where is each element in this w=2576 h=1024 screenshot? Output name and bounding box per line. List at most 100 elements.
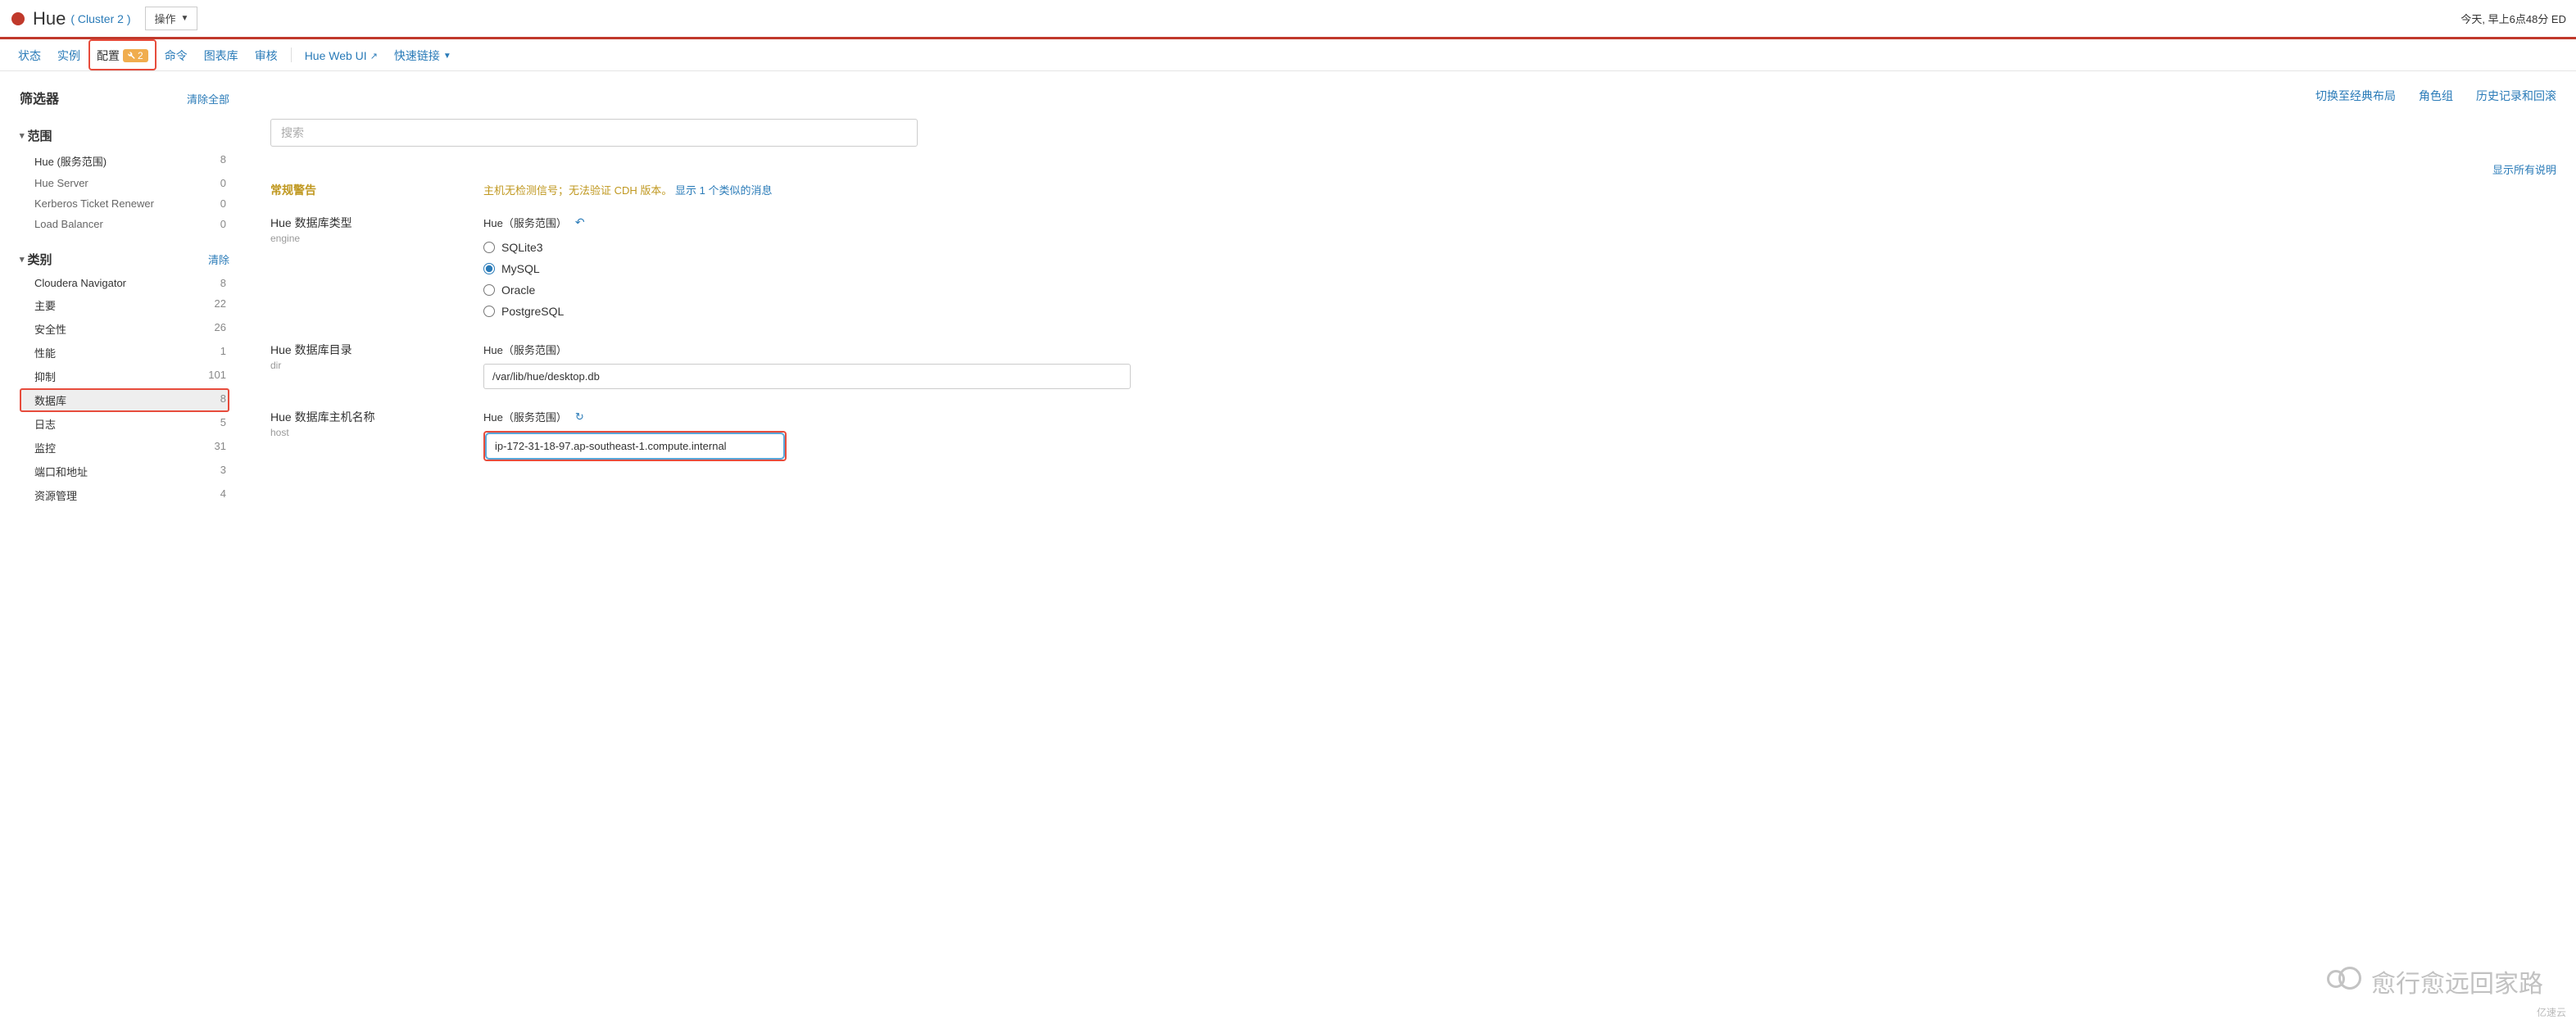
scope-item-count: 0 (220, 197, 226, 210)
cat-item[interactable]: 抑制101 (20, 365, 229, 388)
warning-text-a: 主机无检测信号；无法验证 CDH 版本。 (483, 184, 672, 197)
cat-item[interactable]: 性能1 (20, 341, 229, 365)
filter-scope-section: ▾ 范围 Hue (服务范围) 8 Hue Server 0 Kerberos … (20, 122, 229, 234)
config-value: Hue（服务范围） (483, 342, 1131, 389)
dir-input[interactable] (483, 364, 1131, 389)
warning-show-link[interactable]: 显示 1 个类似的消息 (675, 184, 772, 197)
scope-label: Hue（服务范围） (483, 215, 567, 230)
wrench-icon (126, 51, 136, 61)
header-time: 今天, 早上6点48分 ED (2460, 11, 2566, 26)
config-badge-count: 2 (138, 50, 143, 61)
undo-icon[interactable]: ↶ (575, 215, 585, 229)
sidebar: 筛选器 清除全部 ▾ 范围 Hue (服务范围) 8 Hue Server 0 … (0, 71, 238, 535)
cat-item[interactable]: Cloudera Navigator8 (20, 273, 229, 293)
tab-separator (291, 48, 292, 62)
actions-label: 操作 (154, 11, 175, 26)
scope-label: Hue（服务范围） (483, 409, 567, 424)
filter-header: 筛选器 清除全部 (20, 88, 229, 107)
tab-charts[interactable]: 图表库 (196, 39, 247, 70)
cat-item[interactable]: 日志5 (20, 412, 229, 436)
scope-line: Hue（服务范围） ↶ (483, 215, 1131, 230)
category-title: 类别 (28, 251, 52, 268)
watermark: 愈行愈远回家路 (2327, 963, 2543, 999)
scope-item-hue[interactable]: Hue (服务范围) 8 (20, 149, 229, 173)
config-value: Hue（服务范围） ↶ SQLite3 MySQL Oracle Postgre… (483, 215, 1131, 322)
scope-line: Hue（服务范围） (483, 342, 1131, 357)
cat-item-database[interactable]: 数据库8 (20, 388, 229, 412)
scope-item-hueserver[interactable]: Hue Server 0 (20, 173, 229, 193)
scope-header[interactable]: ▾ 范围 (20, 122, 229, 149)
search-input[interactable] (270, 119, 918, 147)
filter-category-section: ▾ 类别 清除 Cloudera Navigator8 主要22 安全性26 性… (20, 246, 229, 507)
tabs: 状态 实例 配置 2 命令 图表库 审核 Hue Web UI ↗ 快速链接 ▼ (0, 39, 2576, 71)
chevron-down-icon: ▾ (20, 254, 25, 265)
warning-text: 主机无检测信号；无法验证 CDH 版本。 显示 1 个类似的消息 (483, 182, 772, 197)
config-subname: host (270, 427, 483, 438)
header-left: Hue ( Cluster 2 ) 操作 ▼ (10, 7, 197, 30)
category-clear-link[interactable]: 清除 (208, 251, 229, 267)
scope-item-lb[interactable]: Load Balancer 0 (20, 214, 229, 234)
actions-dropdown[interactable]: 操作 ▼ (145, 7, 197, 30)
tab-quicklinks[interactable]: 快速链接 ▼ (386, 39, 460, 70)
scope-title: 范围 (28, 127, 52, 144)
top-links: 切换至经典布局 角色组 历史记录和回滚 (270, 88, 2556, 104)
wechat-icon (2327, 967, 2365, 996)
tab-status[interactable]: 状态 (10, 39, 49, 70)
cluster-label[interactable]: ( Cluster 2 ) (70, 12, 130, 25)
scope-item-label: Hue Server (34, 177, 88, 189)
radio-mysql[interactable]: MySQL (483, 258, 1131, 279)
tab-audit[interactable]: 审核 (247, 39, 286, 70)
page-title: Hue (33, 8, 66, 29)
cat-item[interactable]: 安全性26 (20, 317, 229, 341)
scope-item-label: Kerberos Ticket Renewer (34, 197, 154, 210)
warning-label: 常规警告 (270, 182, 483, 198)
radio-postgresql[interactable]: PostgreSQL (483, 301, 1131, 322)
cat-item[interactable]: 监控31 (20, 436, 229, 460)
cat-item[interactable]: 主要22 (20, 293, 229, 317)
link-classic-layout[interactable]: 切换至经典布局 (2315, 88, 2396, 104)
filter-title: 筛选器 (20, 88, 59, 107)
config-row-engine: Hue 数据库类型 engine Hue（服务范围） ↶ SQLite3 MyS… (270, 215, 2556, 322)
config-value: Hue（服务范围） ↻ (483, 409, 1131, 461)
link-role-groups[interactable]: 角色组 (2419, 88, 2453, 104)
status-dot-icon (11, 12, 25, 25)
tab-webui[interactable]: Hue Web UI ↗ (297, 41, 386, 69)
scope-item-count: 0 (220, 218, 226, 230)
config-label: Hue 数据库类型 engine (270, 215, 483, 322)
external-link-icon: ↗ (370, 51, 378, 61)
tab-config[interactable]: 配置 2 (88, 39, 156, 70)
config-warning-badge: 2 (123, 49, 148, 62)
body: 筛选器 清除全部 ▾ 范围 Hue (服务范围) 8 Hue Server 0 … (0, 71, 2576, 535)
radio-sqlite3[interactable]: SQLite3 (483, 237, 1131, 258)
host-highlight (483, 431, 787, 461)
scope-item-count: 0 (220, 177, 226, 189)
watermark-text: 愈行愈远回家路 (2371, 963, 2543, 999)
scope-item-count: 8 (220, 153, 226, 169)
config-name: Hue 数据库类型 (270, 215, 483, 231)
config-subname: dir (270, 360, 483, 371)
caret-down-icon: ▼ (181, 14, 189, 23)
scope-item-ktr[interactable]: Kerberos Ticket Renewer 0 (20, 193, 229, 214)
warning-row: 常规警告 主机无检测信号；无法验证 CDH 版本。 显示 1 个类似的消息 (270, 182, 2556, 198)
tab-config-label: 配置 (97, 48, 120, 64)
category-header[interactable]: ▾ 类别 清除 (20, 246, 229, 273)
radio-oracle[interactable]: Oracle (483, 279, 1131, 301)
scope-line: Hue（服务范围） ↻ (483, 409, 1131, 424)
show-all-row: 显示所有说明 (270, 161, 2556, 177)
tab-webui-label: Hue Web UI (305, 49, 367, 62)
cat-item[interactable]: 端口和地址3 (20, 460, 229, 483)
config-name: Hue 数据库目录 (270, 342, 483, 358)
clear-all-link[interactable]: 清除全部 (187, 91, 229, 106)
host-input[interactable] (487, 434, 783, 458)
watermark-corner: 亿速云 (2537, 1005, 2566, 1019)
link-history[interactable]: 历史记录和回滚 (2476, 88, 2556, 104)
tab-commands[interactable]: 命令 (156, 39, 196, 70)
cat-item[interactable]: 资源管理4 (20, 483, 229, 507)
tab-instances[interactable]: 实例 (49, 39, 88, 70)
show-all-descriptions-link[interactable]: 显示所有说明 (2492, 161, 2556, 177)
chevron-down-icon: ▾ (20, 130, 25, 141)
config-row-dir: Hue 数据库目录 dir Hue（服务范围） ? (270, 342, 2556, 389)
refresh-icon[interactable]: ↻ (575, 410, 584, 424)
config-subname: engine (270, 233, 483, 244)
tab-quick-label: 快速链接 (394, 48, 440, 64)
